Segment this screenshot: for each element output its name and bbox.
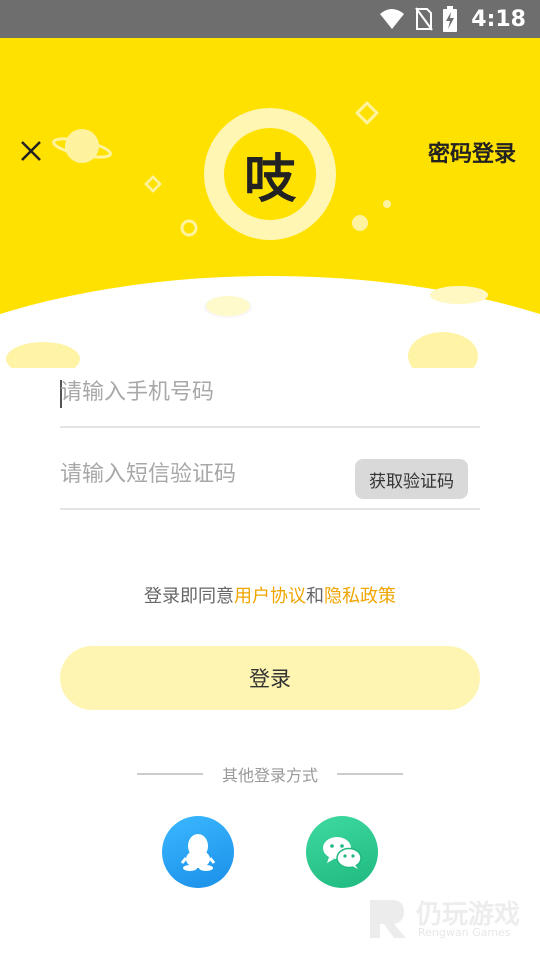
- hero-banner: 密码登录 吱: [0, 38, 540, 368]
- planet-decoration: [52, 129, 112, 163]
- other-login-title: 其他登录方式: [221, 766, 318, 785]
- get-code-button[interactable]: 获取验证码: [355, 459, 468, 499]
- bubble-decoration: [352, 215, 368, 231]
- sparkle-decoration: [144, 175, 162, 193]
- battery-charging-icon: [443, 6, 458, 32]
- watermark-subtitle: Rengwan Games: [418, 926, 511, 939]
- bubble-decoration: [383, 200, 391, 208]
- bubble-decoration: [180, 219, 198, 237]
- crater-decoration: [206, 296, 250, 316]
- divider-right: [337, 773, 403, 775]
- logo-glyph: 吱: [243, 149, 296, 210]
- agreement-conjunction: 和: [306, 586, 324, 607]
- phone-field: [60, 358, 480, 428]
- sparkle-decoration: [355, 101, 379, 125]
- password-login-link[interactable]: 密码登录: [428, 136, 516, 168]
- user-agreement-link[interactable]: 用户协议: [234, 586, 306, 607]
- close-button[interactable]: [14, 134, 48, 168]
- close-icon: [21, 141, 41, 161]
- wechat-login-button[interactable]: [306, 816, 378, 888]
- privacy-policy-link[interactable]: 隐私政策: [324, 586, 396, 607]
- sms-code-field: 获取验证码: [60, 440, 480, 510]
- agreement-prefix: 登录即同意: [144, 586, 234, 607]
- wifi-icon: [380, 9, 405, 29]
- agreement-text: 登录即同意用户协议和隐私政策: [0, 582, 540, 608]
- no-sim-icon: [415, 7, 434, 31]
- qq-login-button[interactable]: [162, 816, 234, 888]
- qq-icon: [180, 834, 216, 871]
- login-button[interactable]: 登录: [60, 646, 480, 710]
- crater-decoration: [430, 286, 488, 304]
- wechat-icon: [323, 837, 362, 869]
- logo-badge: 吱: [224, 128, 316, 220]
- app-logo: 吱: [204, 108, 336, 240]
- status-time: 4:18: [471, 6, 526, 32]
- watermark: 仍玩游戏 Rengwan Games: [364, 894, 534, 944]
- watermark-logo-icon: [370, 900, 406, 938]
- phone-input[interactable]: [60, 358, 480, 426]
- status-bar: 4:18: [0, 0, 540, 38]
- status-icons: 4:18: [379, 0, 526, 38]
